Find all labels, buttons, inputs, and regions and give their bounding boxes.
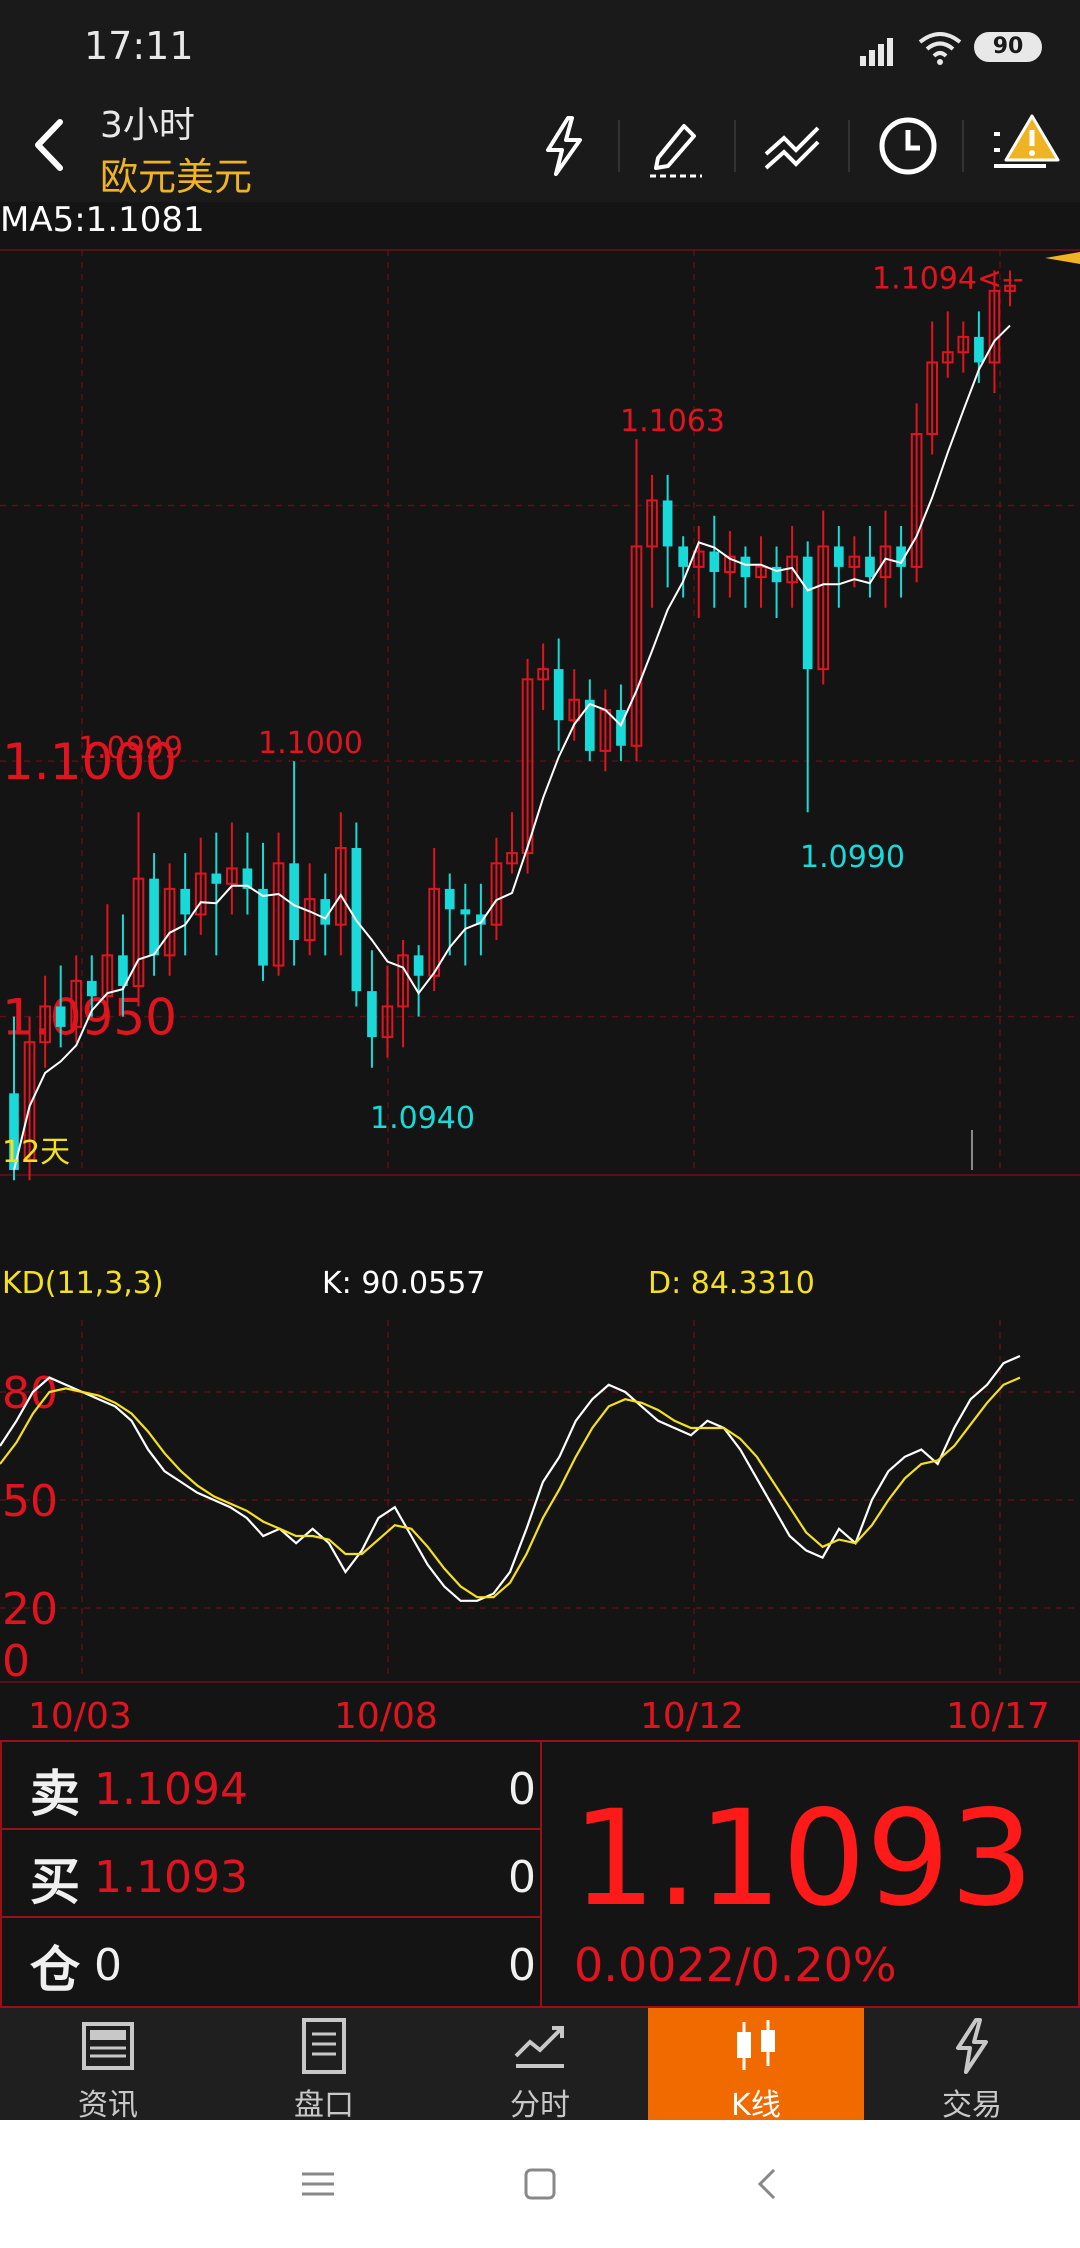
candlestick-chart[interactable]: 1.10001.09501.0999 1.10001.10631.1094<--1…	[0, 240, 1080, 1255]
buy-label: 买	[30, 1853, 80, 1911]
sell-row[interactable]: 卖 1.1094 0	[2, 1742, 542, 1830]
price-annotation: 1.1063	[620, 404, 725, 439]
kd-y-tick: 0	[2, 1636, 30, 1687]
system-nav-bar	[0, 2120, 1080, 2248]
tab-trade[interactable]: 交易	[864, 2008, 1080, 2123]
candle-body	[740, 556, 751, 578]
price-annotation: 1.0999	[78, 731, 183, 766]
tab-news[interactable]: 资讯	[0, 2008, 216, 2123]
candle-body	[180, 888, 191, 915]
candlestick-icon	[737, 2020, 775, 2070]
candle-body	[55, 1006, 66, 1027]
tab-orderbook[interactable]: 盘口	[216, 2008, 432, 2123]
lightning-icon[interactable]	[528, 110, 600, 182]
last-price: 1.1093	[572, 1782, 1034, 1936]
price-annotation: 1.1000	[258, 726, 363, 761]
tab-label: 盘口	[294, 2088, 354, 2123]
divider	[734, 120, 736, 172]
status-time: 17:11	[84, 24, 194, 68]
kd-d-value: D: 84.3310	[648, 1266, 815, 1301]
tab-label: 交易	[942, 2088, 1002, 2123]
period-label: 12天	[2, 1135, 70, 1170]
sell-qty: 0	[508, 1764, 536, 1815]
candle-body	[865, 556, 875, 578]
buy-row[interactable]: 买 1.1093 0	[2, 1830, 542, 1918]
position-row[interactable]: 仓 0 0	[2, 1918, 542, 2006]
wifi-icon	[918, 32, 962, 65]
candle-body	[662, 500, 673, 547]
intraday-icon	[514, 2026, 564, 2068]
alert-icon[interactable]	[990, 110, 1062, 182]
date-axis: 10/03 10/08 10/12 10/17	[0, 1692, 1080, 1740]
candle-body	[802, 556, 813, 670]
back-arrow-icon[interactable]	[16, 110, 86, 180]
clock-icon[interactable]	[872, 110, 944, 182]
candle-body	[211, 873, 222, 884]
date-tick: 10/03	[28, 1696, 132, 1737]
tab-kline[interactable]: K线	[648, 2008, 864, 2123]
divider	[618, 120, 620, 172]
candle-body	[258, 888, 268, 966]
quote-panel: 卖 1.1094 0 买 1.1093 0 仓 0 0 1.1093 0.002…	[0, 1740, 1080, 2008]
candle-body	[413, 955, 424, 976]
position-qty: 0	[508, 1940, 536, 1991]
candle-body	[444, 888, 455, 910]
news-icon	[82, 2022, 134, 2070]
date-tick: 10/12	[640, 1696, 744, 1737]
candle-body	[86, 980, 97, 997]
nav-back-icon[interactable]	[748, 2164, 788, 2204]
candle-body	[678, 546, 689, 567]
candle-body	[974, 336, 984, 363]
kd-line-d	[0, 1376, 1021, 1599]
position-value: 0	[94, 1940, 122, 1991]
kd-title: KD(11,3,3)	[2, 1266, 164, 1301]
date-tick: 10/17	[946, 1696, 1050, 1737]
trade-icon	[956, 2018, 988, 2074]
price-annotation: 1.1094<--	[872, 262, 1024, 297]
candle-body	[149, 878, 159, 956]
price-annotation: 1.0990	[800, 840, 905, 875]
tab-label: 分时	[510, 2088, 570, 2123]
kd-y-tick: 50	[2, 1476, 58, 1527]
candle-body	[553, 669, 564, 721]
tab-label: K线	[731, 2088, 781, 2123]
last-price-marker	[1045, 252, 1080, 264]
date-tick: 10/08	[334, 1696, 438, 1737]
buy-price: 1.1093	[94, 1852, 248, 1903]
candle-body	[709, 551, 720, 572]
tab-intraday[interactable]: 分时	[432, 2008, 648, 2123]
header: 3小时 欧元美元	[0, 92, 1080, 202]
kd-y-tick: 20	[2, 1584, 58, 1635]
menu-icon[interactable]	[298, 2164, 338, 2204]
ma-label: MA5:1.1081	[0, 200, 205, 240]
trendline-icon[interactable]	[756, 110, 828, 182]
price-annotation: 1.0940	[370, 1101, 475, 1136]
sell-label: 卖	[30, 1765, 80, 1823]
divider	[962, 120, 964, 172]
candle-body	[460, 909, 471, 915]
status-bar: 17:11 90	[0, 0, 1080, 92]
orderbook-icon	[302, 2018, 346, 2074]
candle-body	[367, 991, 377, 1038]
position-label: 仓	[30, 1941, 80, 1999]
period-label[interactable]: 3小时	[100, 96, 195, 148]
price-change: 0.0022/0.20%	[574, 1938, 897, 1992]
kd-k-value: K: 90.0557	[322, 1266, 486, 1301]
signal-icon	[860, 38, 893, 66]
bottom-tab-bar: 资讯 盘口 分时 K线 交易	[0, 2008, 1080, 2123]
divider	[848, 120, 850, 172]
battery-icon: 90	[974, 32, 1042, 62]
buy-qty: 0	[508, 1852, 536, 1903]
kd-chart[interactable]: 8050200	[0, 1310, 1080, 1690]
symbol-label[interactable]: 欧元美元	[100, 146, 252, 201]
tab-label: 资讯	[78, 2088, 138, 2123]
kd-header: KD(11,3,3) K: 90.0557 D: 84.3310	[0, 1262, 1080, 1310]
pen-icon[interactable]	[640, 110, 712, 182]
sell-price: 1.1094	[94, 1764, 248, 1815]
candle-body	[833, 546, 844, 567]
home-icon[interactable]	[520, 2164, 560, 2204]
